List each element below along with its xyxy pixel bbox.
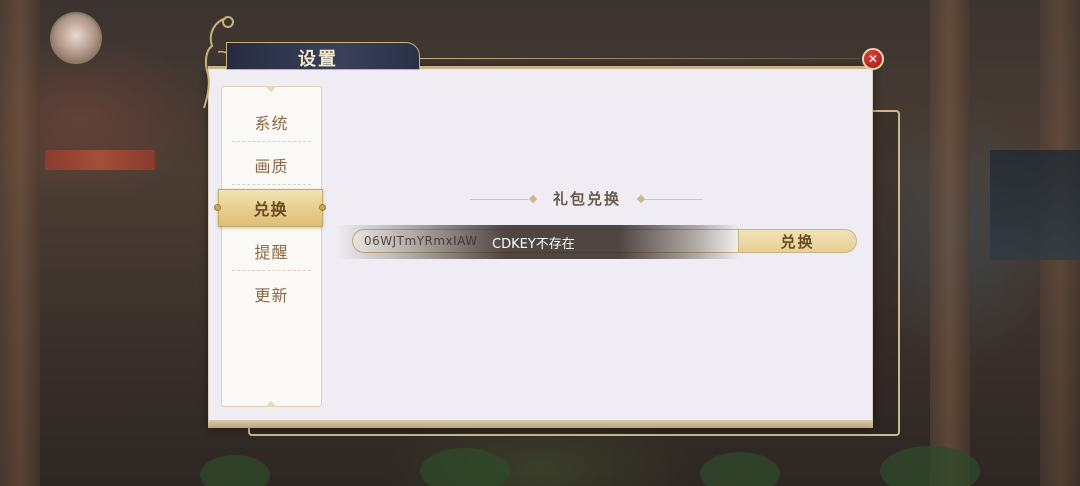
scene-lotus-leaf (200, 455, 270, 486)
sidebar-item-redeem[interactable]: 兑换 (218, 189, 323, 227)
close-button[interactable]: ✕ (862, 48, 884, 70)
sidebar-divider (232, 184, 311, 185)
scene-pillar (0, 0, 40, 486)
active-marker-icon (319, 204, 326, 211)
sidebar-notch-icon (265, 401, 277, 407)
page-title: 设置 (298, 49, 338, 70)
scene-building (990, 150, 1080, 260)
title-divider (420, 58, 860, 59)
section-title: 礼包兑换 (552, 190, 621, 208)
close-icon: ✕ (867, 52, 879, 66)
panel-bottom-trim (208, 420, 873, 428)
sidebar-divider (232, 270, 311, 271)
scene-pillar (930, 0, 970, 486)
sidebar-divider (232, 141, 311, 142)
redeem-button[interactable]: 兑换 (738, 229, 857, 253)
player-avatar (50, 12, 102, 64)
active-marker-icon (214, 204, 221, 211)
scene-lotus-leaf (700, 452, 780, 486)
toast-text: CDKEY不存在 (492, 237, 575, 252)
scene-banner (45, 150, 155, 170)
sidebar-notch-icon (265, 86, 277, 92)
section-title-decoration (470, 199, 528, 200)
sidebar-item-reminder[interactable]: 提醒 (221, 234, 322, 268)
sidebar-item-graphics[interactable]: 画质 (221, 148, 322, 182)
sidebar-item-update[interactable]: 更新 (221, 277, 322, 311)
scene-lotus-leaf (420, 448, 510, 486)
section-title-decoration (645, 199, 703, 200)
sidebar-item-system[interactable]: 系统 (221, 105, 322, 139)
